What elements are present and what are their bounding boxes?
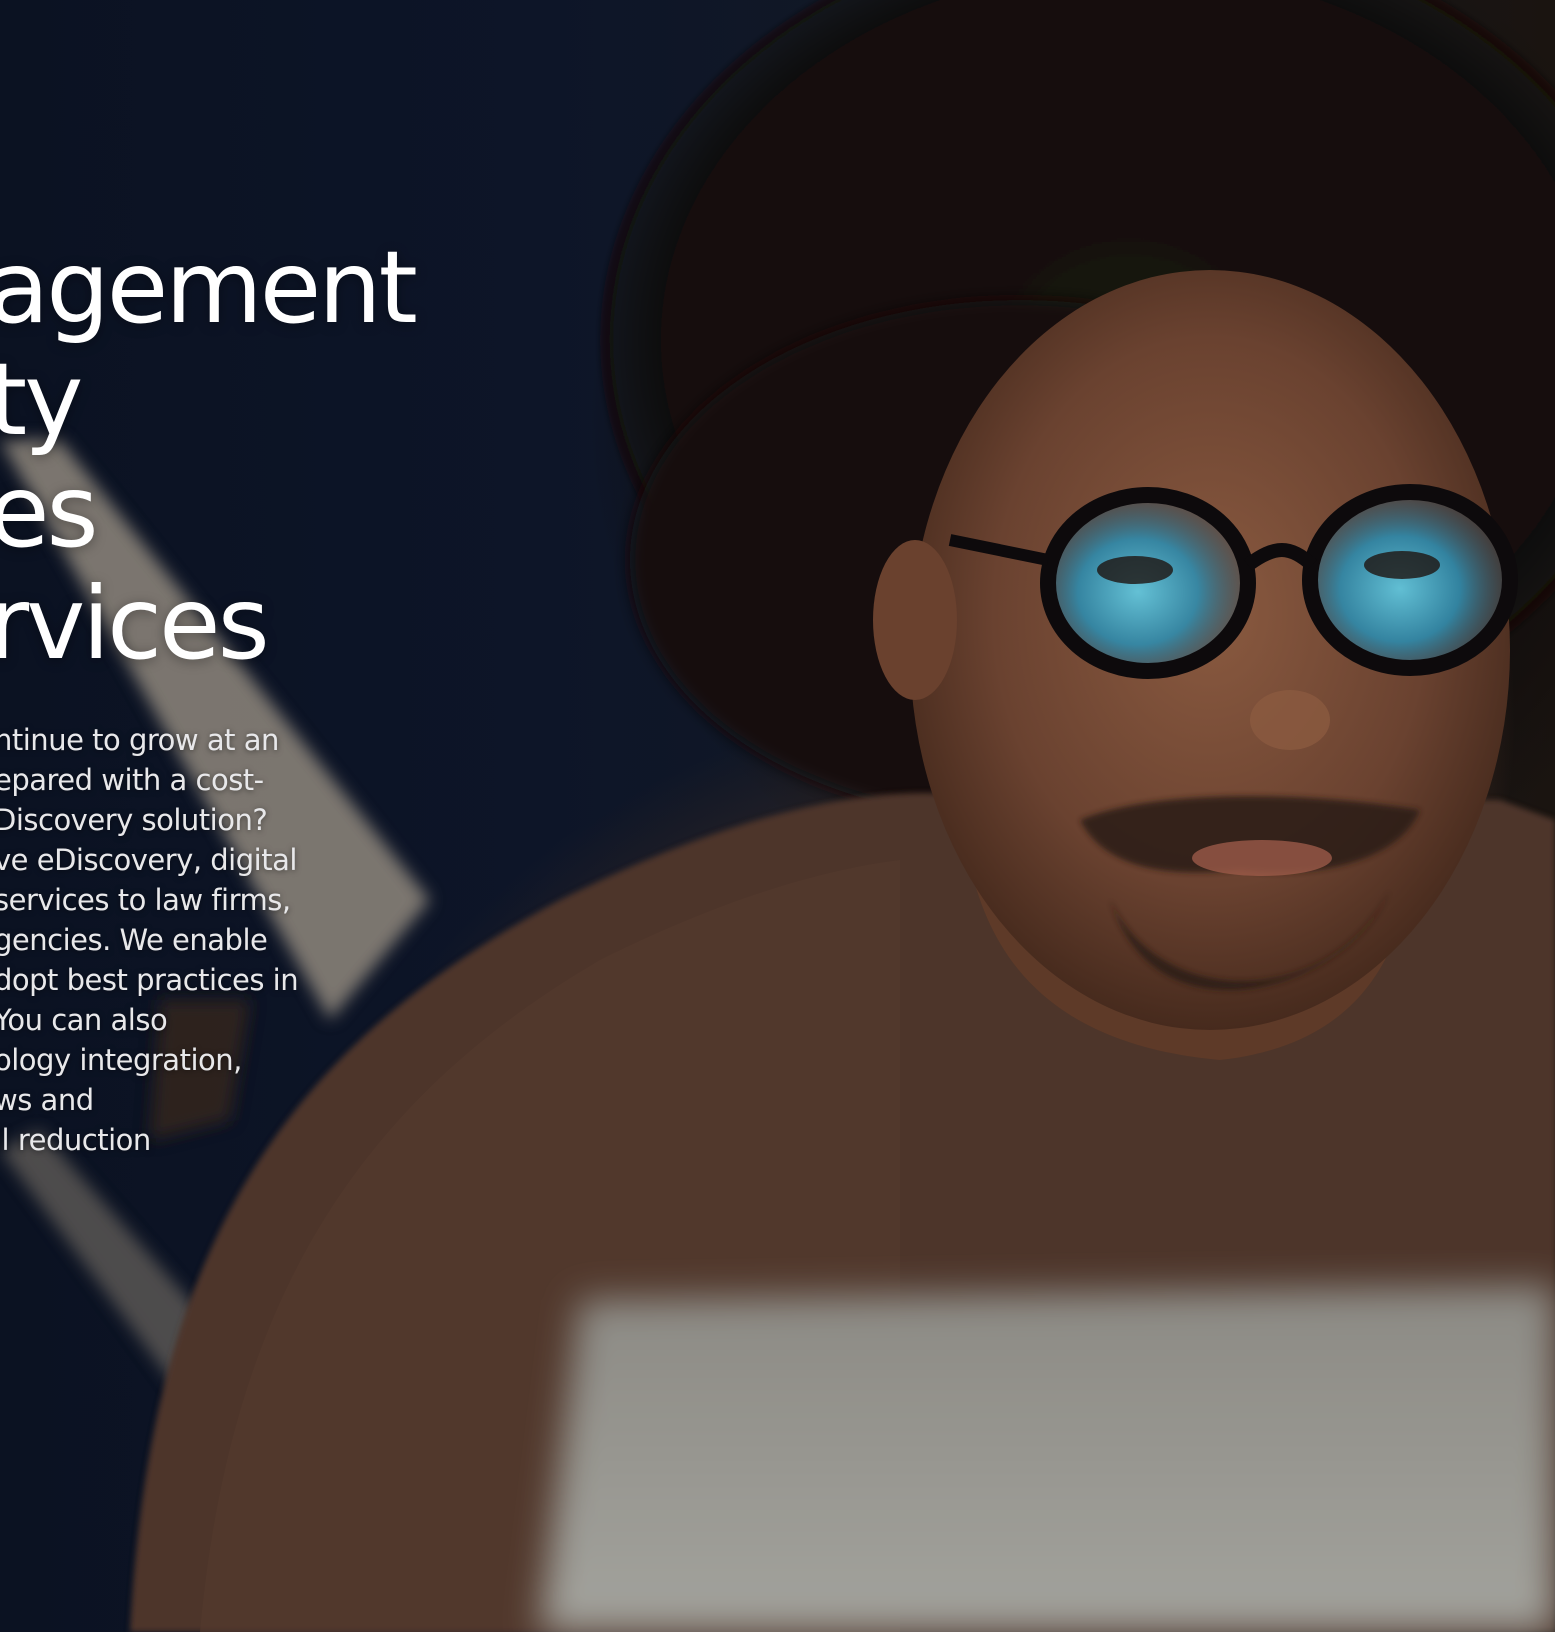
hero-title-line: ty bbox=[0, 341, 83, 458]
hero-description-line: ology integration, bbox=[0, 1043, 242, 1077]
hero-title-line: es bbox=[0, 453, 99, 570]
hero-description-line: ws and bbox=[0, 1083, 94, 1117]
hero-description-line: You can also bbox=[0, 1003, 168, 1037]
hero-description-line: ve eDiscovery, digital bbox=[0, 843, 297, 877]
hero-title-line: agement bbox=[0, 229, 418, 346]
hero-text-block: agement ty es rvices ntinue to grow at a… bbox=[0, 0, 700, 1632]
hero-description-line: gencies. We enable bbox=[0, 923, 268, 957]
hero-description-line: ntinue to grow at an bbox=[0, 723, 279, 757]
hero-title: agement ty es rvices bbox=[0, 229, 418, 682]
hero-description-line: services to law firms, bbox=[0, 883, 291, 917]
hero-description-line: Discovery solution? bbox=[0, 803, 268, 837]
hero-title-line: rvices bbox=[0, 565, 270, 682]
hero-description: ntinue to grow at an epared with a cost-… bbox=[0, 720, 299, 1160]
hero-banner: agement ty es rvices ntinue to grow at a… bbox=[0, 0, 1555, 1632]
hero-description-line: dopt best practices in bbox=[0, 963, 299, 997]
hero-description-line: epared with a cost- bbox=[0, 763, 264, 797]
hero-description-line: ll reduction bbox=[0, 1123, 151, 1157]
